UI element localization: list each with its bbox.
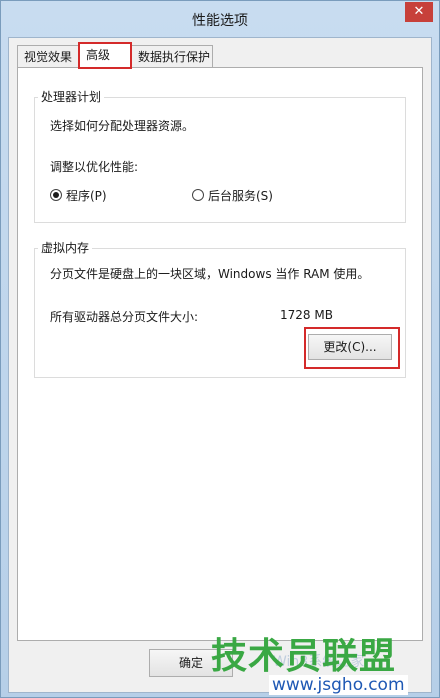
processor-description: 选择如何分配处理器资源。	[50, 119, 195, 133]
virtual-memory-description: 分页文件是硬盘上的一块区域，Windows 当作 RAM 使用。	[50, 267, 370, 281]
advanced-tab-panel: 处理器计划 选择如何分配处理器资源。 调整以优化性能: 程序(P) 后台服务(S…	[17, 67, 423, 641]
tab-data-execution-prevention[interactable]: 数据执行保护	[131, 45, 213, 67]
tab-highlight-box	[78, 42, 132, 69]
watermark-url-text: www.jsgho.com	[269, 675, 408, 695]
performance-options-window: 性能选项 ✕ 视觉效果 高级 数据执行保护 处理器计划 选择如何分配处理器资源。…	[0, 0, 440, 698]
window-title: 性能选项	[192, 13, 248, 29]
watermark-logo-text: 技术员联盟	[211, 636, 397, 677]
radio-unselected-icon[interactable]	[192, 189, 204, 201]
adjust-for-label: 调整以优化性能:	[50, 160, 139, 174]
close-icon: ✕	[413, 4, 425, 19]
change-button-highlight-box	[304, 327, 400, 369]
radio-background-label[interactable]: 后台服务(S)	[208, 187, 273, 204]
processor-scheduling-title: 处理器计划	[38, 88, 105, 105]
title-bar: 性能选项 ✕	[1, 1, 439, 37]
total-paging-file-value: 1728 MB	[280, 308, 333, 322]
radio-programs-label[interactable]: 程序(P)	[66, 187, 107, 204]
total-paging-file-label: 所有驱动器总分页文件大小:	[50, 310, 199, 324]
radio-selected-icon[interactable]	[50, 189, 62, 201]
tab-visual-effects[interactable]: 视觉效果	[17, 45, 79, 67]
close-button[interactable]: ✕	[405, 2, 433, 22]
virtual-memory-title: 虚拟内存	[38, 239, 93, 256]
